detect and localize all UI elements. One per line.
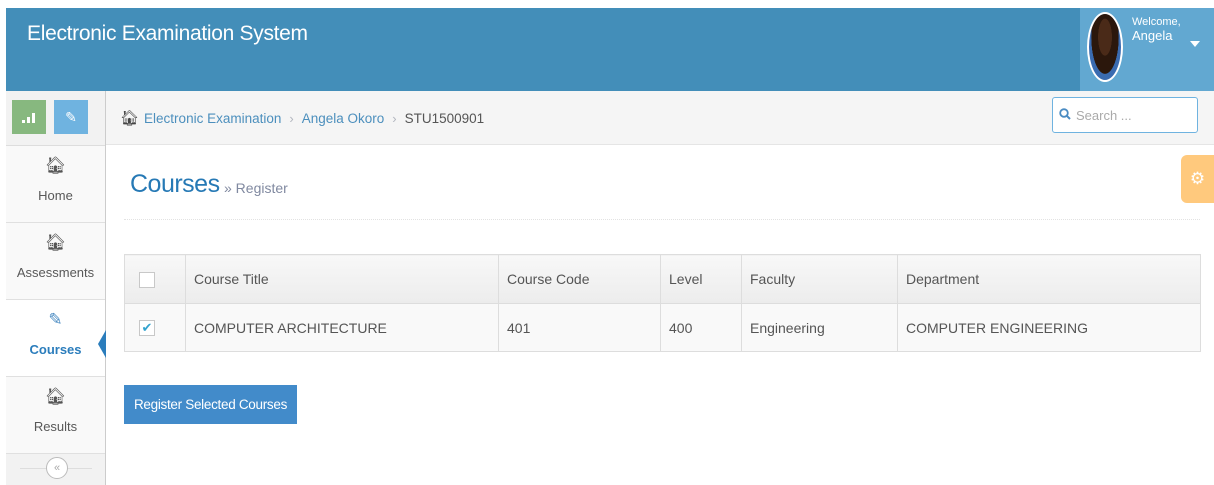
sidebar-collapse: « (6, 453, 106, 485)
search-icon (1059, 107, 1071, 123)
page-header: Courses » Register (124, 162, 1200, 220)
home-icon: 🏠︎ (120, 110, 140, 127)
search-input[interactable] (1076, 107, 1186, 123)
caret-down-icon[interactable] (1190, 41, 1200, 47)
courses-table: Course Title Course Code Level Faculty D… (124, 254, 1201, 352)
breadcrumb-link-home[interactable]: Electronic Examination (144, 111, 281, 126)
row-checkbox[interactable]: ✔ (139, 320, 155, 337)
sidebar-item-results[interactable]: 🏠︎ Results (6, 377, 105, 454)
user-name: Angela (1132, 28, 1173, 43)
welcome-text: Welcome, Angela (1132, 15, 1181, 43)
column-header[interactable]: Department (897, 254, 1201, 304)
breadcrumb-separator-icon: › (392, 110, 397, 126)
user-menu[interactable]: Welcome, Angela (1080, 8, 1214, 91)
sidebar-item-courses[interactable]: ✎ Courses (6, 300, 106, 377)
level-cell: 400 (660, 303, 742, 352)
breadcrumb-bar: 🏠︎ Electronic Examination › Angela Okoro… (106, 91, 1214, 145)
table-header-row: Course Title Course Code Level Faculty D… (124, 254, 1201, 304)
select-all-header (124, 254, 186, 304)
avatar (1087, 12, 1123, 82)
register-selected-courses-button[interactable]: Register Selected Courses (124, 385, 297, 424)
pencil-icon[interactable]: ✎ (54, 100, 88, 134)
edit-icon: ✎ (48, 310, 63, 329)
course-code-cell: 401 (498, 303, 661, 352)
home-icon: 🏠︎ (44, 233, 67, 252)
column-header[interactable]: Faculty (741, 254, 898, 304)
select-all-checkbox[interactable] (139, 271, 155, 288)
collapse-icon[interactable]: « (46, 457, 68, 479)
page-title: Courses (130, 170, 220, 198)
sidebar: ✎ 🏠︎ Home 🏠︎ Assessments ✎ Courses 🏠︎ Re… (6, 91, 106, 485)
row-select-cell: ✔ (124, 303, 186, 352)
faculty-cell: Engineering (741, 303, 898, 352)
signal-icon[interactable] (12, 100, 46, 134)
breadcrumb-separator-icon: › (289, 110, 294, 126)
sidebar-item-assessments[interactable]: 🏠︎ Assessments (6, 223, 105, 300)
table-row[interactable]: ✔ COMPUTER ARCHITECTURE 401 400 Engineer… (124, 303, 1201, 352)
breadcrumb: 🏠︎ Electronic Examination › Angela Okoro… (120, 109, 484, 127)
sidebar-item-label: Courses (29, 342, 82, 357)
sidebar-item-label: Assessments (16, 265, 95, 280)
column-header[interactable]: Level (660, 254, 742, 304)
column-header[interactable]: Course Code (498, 254, 661, 304)
top-navbar: Electronic Examination System Welcome, A… (6, 8, 1214, 91)
welcome-label: Welcome, (1132, 16, 1181, 28)
app-title[interactable]: Electronic Examination System (27, 22, 308, 46)
sidebar-item-label: Results (33, 419, 78, 434)
home-icon: 🏠︎ (44, 156, 67, 175)
column-header[interactable]: Course Title (185, 254, 499, 304)
breadcrumb-current: STU1500901 (404, 110, 485, 126)
breadcrumb-link-student[interactable]: Angela Okoro (302, 111, 385, 126)
course-title-cell: COMPUTER ARCHITECTURE (185, 303, 499, 352)
sidebar-item-home[interactable]: 🏠︎ Home (6, 146, 105, 223)
search-box[interactable] (1052, 97, 1198, 133)
sidebar-shortcuts: ✎ (6, 91, 105, 146)
home-icon: 🏠︎ (44, 387, 67, 406)
page-subtitle: » Register (224, 180, 288, 196)
sidebar-item-label: Home (38, 188, 73, 203)
department-cell: COMPUTER ENGINEERING (897, 303, 1201, 352)
